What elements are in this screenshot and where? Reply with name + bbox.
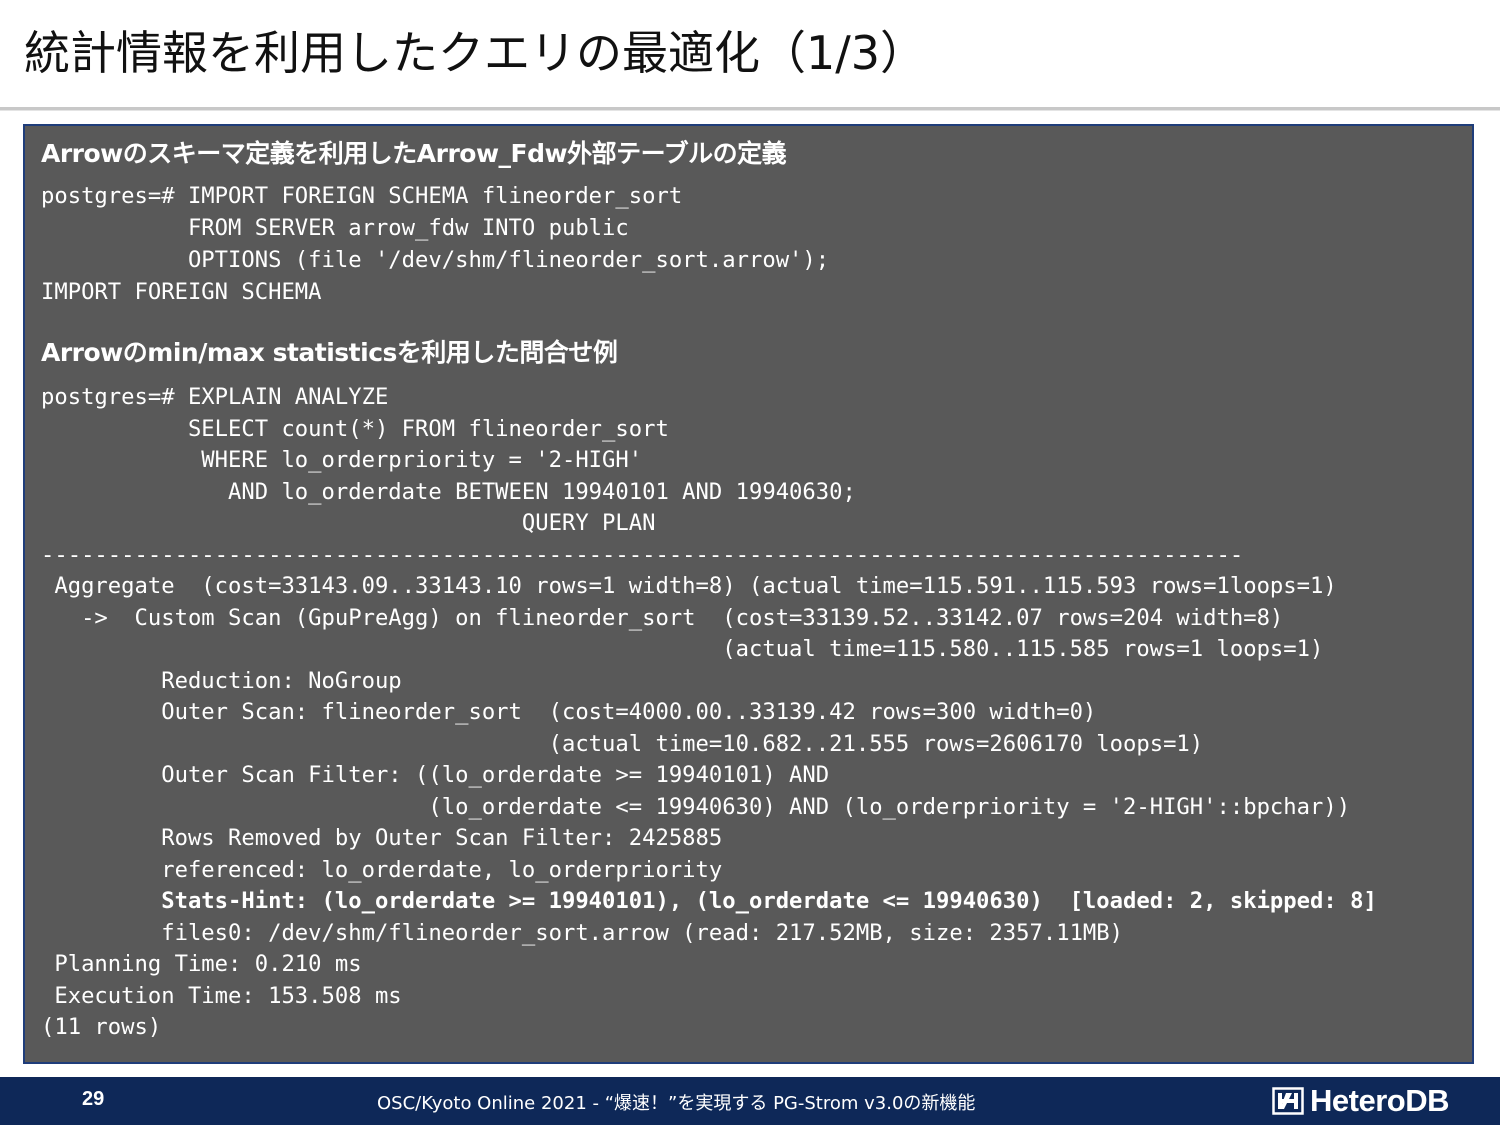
heterodb-logo-icon [1272, 1087, 1304, 1115]
code-line: postgres=# EXPLAIN ANALYZE [41, 384, 389, 410]
title-divider-shadow [0, 110, 1500, 111]
code-line: SELECT count(*) FROM flineorder_sort [41, 415, 669, 442]
code-line: files0: /dev/shm/flineorder_sort.arrow (… [41, 919, 1123, 946]
code-line-stats-hint: Stats-Hint: (lo_orderdate >= 19940101), … [41, 888, 1377, 914]
section-heading-schema: Arrowのスキーマ定義を利用したArrow_Fdw外部テーブルの定義 [41, 139, 787, 168]
code-line: FROM SERVER arrow_fdw INTO public [41, 215, 629, 241]
code-line: postgres=# IMPORT FOREIGN SCHEMA flineor… [41, 183, 683, 209]
footer-event-title: OSC/Kyoto Online 2021 - “爆速！”を実現する PG-St… [377, 1093, 976, 1114]
code-line: -> Custom Scan (GpuPreAgg) on flineorder… [41, 604, 1284, 631]
section-heading-query-example: Arrowのmin/max statisticsを利用した問合せ例 [41, 338, 618, 367]
page-number: 29 [82, 1088, 105, 1110]
code-line: Rows Removed by Outer Scan Filter: 24258… [41, 825, 723, 851]
content-panel: Arrowのスキーマ定義を利用したArrow_Fdw外部テーブルの定義 post… [23, 124, 1474, 1064]
code-line: ----------------------------------------… [41, 541, 1244, 568]
code-line: Planning Time: 0.210 ms [41, 951, 362, 977]
slide-title: 統計情報を利用したクエリの最適化（1/3） [24, 26, 927, 80]
code-line: Aggregate (cost=33143.09..33143.10 rows=… [41, 573, 1337, 599]
code-line: (11 rows) [41, 1014, 162, 1040]
code-line: QUERY PLAN [41, 510, 656, 536]
code-line: WHERE lo_orderpriority = '2-HIGH' [41, 447, 643, 473]
brand-name: HeteroDB [1310, 1083, 1449, 1118]
code-line: Execution Time: 153.508 ms [41, 982, 402, 1009]
code-line: Outer Scan Filter: ((lo_orderdate >= 199… [41, 762, 830, 788]
footer-bar: 29 OSC/Kyoto Online 2021 - “爆速！”を実現する PG… [0, 1077, 1500, 1125]
code-line: referenced: lo_orderdate, lo_orderpriori… [41, 856, 723, 883]
code-block-import-schema: postgres=# IMPORT FOREIGN SCHEMA flineor… [41, 180, 829, 308]
code-line: Reduction: NoGroup [41, 667, 402, 694]
code-line: (actual time=115.580..115.585 rows=1 loo… [41, 636, 1324, 662]
brand-logo: HeteroDB [1272, 1083, 1449, 1119]
code-line: IMPORT FOREIGN SCHEMA [41, 279, 322, 305]
code-line: (actual time=10.682..21.555 rows=2606170… [41, 730, 1204, 757]
code-line: Outer Scan: flineorder_sort (cost=4000.0… [41, 699, 1097, 725]
code-line: (lo_orderdate <= 19940630) AND (lo_order… [41, 793, 1351, 820]
code-line: AND lo_orderdate BETWEEN 19940101 AND 19… [41, 478, 856, 505]
code-line: OPTIONS (file '/dev/shm/flineorder_sort.… [41, 247, 830, 273]
code-block-explain-analyze: postgres=# EXPLAIN ANALYZE SELECT count(… [41, 382, 1377, 1044]
